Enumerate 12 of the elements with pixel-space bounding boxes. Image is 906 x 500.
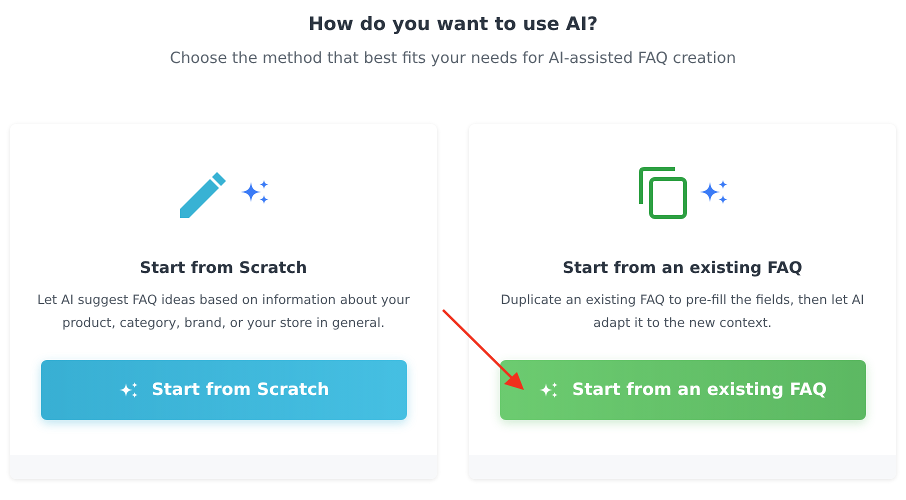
start-button[interactable]: Start from an existing FAQ bbox=[500, 360, 866, 420]
card-description: Let AI suggest FAQ ideas based on information about your product, category, brand, or your store in general. bbox=[36, 292, 411, 333]
sparkle-icon bbox=[538, 380, 558, 400]
card-description: Duplicate an existing FAQ to pre-fill the fields, then let AI adapt it to the new context. bbox=[500, 292, 866, 333]
page-subheading: Choose the method that best fits your needs for AI-assisted FAQ creation bbox=[168, 49, 738, 67]
copy-icon bbox=[638, 166, 688, 220]
start-button[interactable]: Start from Scratch bbox=[40, 360, 406, 420]
page-heading: How do you want to use AI? bbox=[307, 13, 599, 35]
card-title: Start from Scratch bbox=[140, 258, 308, 277]
sparkle-icon bbox=[118, 380, 138, 400]
pencil-icon bbox=[178, 170, 228, 220]
card-title: Start from an existing FAQ bbox=[562, 258, 802, 277]
